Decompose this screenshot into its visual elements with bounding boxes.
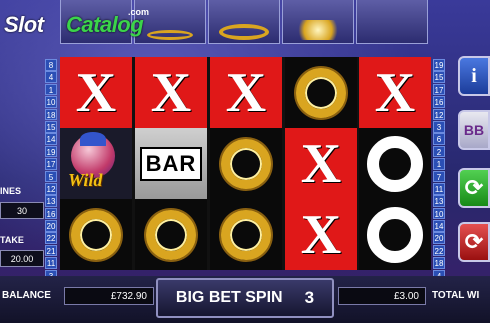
stake-value[interactable]: 20.00 <box>0 250 44 267</box>
payline-number-right: 16 <box>433 96 445 108</box>
payline-number-left: 1 <box>45 83 57 96</box>
balance-label: BALANCE <box>2 290 51 301</box>
payline-numbers-left: 84110181514191751213162022211139 <box>45 59 57 294</box>
payline-number-left: 12 <box>45 182 57 195</box>
payline-number-left: 15 <box>45 120 57 133</box>
autoplay-icon: ⟳ <box>464 229 484 254</box>
symbol-ring <box>285 57 357 128</box>
symbol-x: X <box>60 57 132 128</box>
symbol-x: X <box>135 57 207 128</box>
symbol-x: X <box>359 57 431 128</box>
payline-number-right: 11 <box>433 182 445 195</box>
gold-ring-icon <box>221 209 271 260</box>
stake-label: TAKE <box>0 235 24 245</box>
win-value: £3.00 <box>338 287 426 305</box>
gold-ring-icon <box>296 67 346 118</box>
gold-ring-icon <box>71 209 121 260</box>
payline-number-left: 18 <box>45 108 57 121</box>
ring-stack-icon <box>219 24 269 40</box>
payline-number-left: 8 <box>45 59 57 71</box>
logo-text-com: .com <box>128 7 150 17</box>
payline-number-right: 12 <box>433 108 445 121</box>
lines-value[interactable]: 30 <box>0 202 44 219</box>
payline-number-left: 13 <box>45 195 57 207</box>
white-ring-icon <box>367 135 423 192</box>
top-cell-4 <box>282 0 354 44</box>
slotcatalog-logo: Slot Catalog .com <box>4 6 154 37</box>
spin-count: 3 <box>304 288 315 307</box>
payline-number-left: 5 <box>45 170 57 183</box>
sparkle-icon <box>292 20 344 40</box>
payline-number-right: 6 <box>433 133 445 145</box>
spin-button[interactable]: ⟳ <box>458 168 490 208</box>
spin-icon: ⟳ <box>464 175 484 200</box>
autoplay-button[interactable]: ⟳ <box>458 222 490 262</box>
symbol-x: X <box>285 128 357 199</box>
payline-number-left: 14 <box>45 133 57 145</box>
gold-ring-icon <box>221 138 271 189</box>
gold-ring-icon <box>146 209 196 260</box>
symbol-x: X <box>285 199 357 270</box>
symbol-ring <box>210 128 282 199</box>
info-icon: i <box>471 64 477 87</box>
reel-grid: X Wild X BAR X X X X <box>60 57 431 270</box>
symbol-wild: Wild <box>60 128 132 199</box>
payline-number-right: 18 <box>433 257 445 269</box>
payline-number-left: 4 <box>45 71 57 83</box>
payline-number-right: 17 <box>433 83 445 96</box>
payline-number-right: 10 <box>433 207 445 220</box>
symbol-o <box>359 128 431 199</box>
payline-number-right: 19 <box>433 59 445 71</box>
payline-number-right: 15 <box>433 71 445 83</box>
symbol-ring <box>60 199 132 270</box>
payline-number-left: 20 <box>45 220 57 232</box>
payline-number-right: 1 <box>433 158 445 170</box>
payline-number-left: 17 <box>45 158 57 170</box>
big-bet-button[interactable]: BB <box>458 110 490 150</box>
logo-text-slot: Slot <box>4 12 44 37</box>
spin-label: BIG BET SPIN <box>175 289 283 306</box>
payline-number-left: 11 <box>45 257 57 269</box>
payline-number-left: 19 <box>45 145 57 158</box>
payline-number-left: 16 <box>45 207 57 220</box>
payline-number-right: 13 <box>433 195 445 207</box>
payline-number-right: 20 <box>433 232 445 245</box>
payline-number-right: 14 <box>433 220 445 232</box>
payline-number-left: 21 <box>45 244 57 257</box>
wild-label: Wild <box>68 169 103 190</box>
symbol-x: X <box>210 57 282 128</box>
total-win-label: TOTAL WI <box>432 290 480 301</box>
symbol-o <box>359 199 431 270</box>
payline-number-right: 3 <box>433 120 445 133</box>
balance-value: £732.90 <box>64 287 154 305</box>
symbol-bar: BAR <box>135 128 207 199</box>
symbol-ring <box>135 199 207 270</box>
wild-jester-icon: Wild <box>66 131 126 194</box>
payline-number-left: 22 <box>45 232 57 245</box>
payline-number-left: 10 <box>45 96 57 108</box>
top-cell-3 <box>208 0 280 44</box>
bb-icon: BB <box>463 122 485 138</box>
lines-label: INES <box>0 186 22 196</box>
big-bet-spin-button[interactable]: BIG BET SPIN 3 <box>156 278 334 318</box>
bar-label: BAR <box>139 146 203 181</box>
payline-number-right: 2 <box>433 145 445 158</box>
payline-number-right: 7 <box>433 170 445 183</box>
symbol-ring <box>210 199 282 270</box>
info-button[interactable]: i <box>458 56 490 96</box>
payline-number-right: 22 <box>433 244 445 257</box>
top-cell-5 <box>356 0 428 44</box>
white-ring-icon <box>367 206 423 263</box>
